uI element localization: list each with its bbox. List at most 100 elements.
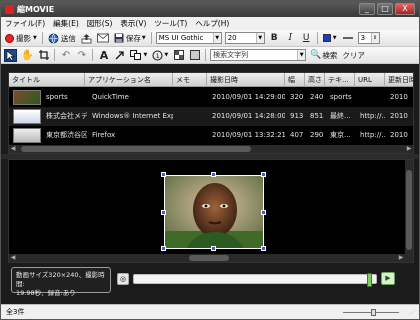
playback-seekbar[interactable] bbox=[133, 273, 377, 287]
cell-height: 290 bbox=[310, 131, 324, 139]
text-icon: A bbox=[99, 48, 109, 62]
color-picker-button[interactable]: ▼ bbox=[322, 32, 338, 45]
zoom-handle[interactable] bbox=[371, 309, 376, 316]
resize-handle[interactable] bbox=[211, 246, 216, 251]
preview-horizontal-scrollbar[interactable]: ◀ ▶ bbox=[9, 254, 405, 262]
send-button[interactable]: 送信 bbox=[47, 32, 77, 45]
menu-tools[interactable]: ツール(T) bbox=[154, 18, 187, 29]
resize-handle[interactable] bbox=[261, 246, 266, 251]
snapshot-button[interactable]: ◎ bbox=[117, 273, 129, 285]
line-width-stepper[interactable]: 3 ⇕ bbox=[357, 32, 380, 44]
font-name-value: MS UI Gothic bbox=[158, 34, 204, 42]
search-button[interactable]: 🔍 検索 bbox=[309, 49, 338, 62]
font-size-value: 20 bbox=[227, 34, 237, 42]
menu-file[interactable]: ファイル(F) bbox=[5, 18, 45, 29]
mosaic-tool[interactable] bbox=[172, 49, 185, 62]
underline-button[interactable]: U bbox=[300, 32, 313, 45]
redo-button[interactable]: ↷ bbox=[75, 49, 88, 62]
minimize-button[interactable]: _ bbox=[359, 3, 375, 15]
scroll-thumb[interactable] bbox=[21, 146, 251, 152]
scroll-left-icon[interactable]: ◀ bbox=[9, 254, 17, 262]
select-tool[interactable] bbox=[4, 48, 17, 62]
scroll-right-icon[interactable]: ▶ bbox=[405, 145, 413, 153]
clear-button[interactable]: クリア bbox=[341, 49, 366, 62]
blur-tool[interactable] bbox=[188, 49, 201, 62]
italic-button[interactable]: I bbox=[284, 32, 297, 45]
column-header-text[interactable]: テキ... bbox=[325, 73, 355, 87]
play-button[interactable]: ▶ bbox=[381, 272, 395, 285]
hand-tool[interactable]: ✋ bbox=[20, 49, 34, 62]
list-horizontal-scrollbar[interactable]: ◀ ▶ bbox=[9, 145, 413, 153]
save-button[interactable]: 保存 ▼ bbox=[113, 32, 147, 45]
window-title: MOVIE bbox=[25, 4, 55, 14]
preview-vertical-scrollbar[interactable] bbox=[405, 160, 413, 262]
font-size-select[interactable]: 20 ▼ bbox=[224, 32, 265, 44]
line-style-button[interactable] bbox=[341, 32, 355, 45]
resize-handle[interactable] bbox=[211, 172, 216, 177]
column-header-app[interactable]: アプリケーション名 bbox=[85, 73, 173, 87]
zoom-slider[interactable] bbox=[343, 309, 399, 316]
cell-memo bbox=[173, 88, 207, 107]
table-row[interactable]: 東京都渋谷区... Firefox 2010/09/01 13:32:21 40… bbox=[9, 126, 413, 145]
preview-pane: ◀ ▶ bbox=[8, 159, 414, 263]
upload-icon bbox=[81, 33, 92, 43]
numbering-tool[interactable]: 1 ▼ bbox=[151, 49, 169, 62]
record-button[interactable]: 撮影 ▼ bbox=[4, 32, 38, 45]
resize-handle[interactable] bbox=[261, 210, 266, 215]
cell-title: sports bbox=[46, 93, 68, 101]
save-dropdown-icon[interactable]: ▼ bbox=[142, 35, 146, 41]
resize-handle[interactable] bbox=[161, 210, 166, 215]
chevron-down-icon: ▼ bbox=[212, 33, 221, 43]
undo-button[interactable]: ↶ bbox=[59, 49, 72, 62]
play-icon: ▶ bbox=[385, 274, 391, 282]
scroll-thumb[interactable] bbox=[189, 255, 229, 261]
menu-view[interactable]: 表示(V) bbox=[120, 18, 146, 29]
search-input[interactable]: 検索文字列 ▼ bbox=[210, 49, 307, 61]
scroll-thumb[interactable] bbox=[406, 170, 412, 250]
seek-handle[interactable] bbox=[367, 273, 372, 287]
menu-help[interactable]: ヘルプ(H) bbox=[195, 18, 229, 29]
scroll-left-icon[interactable]: ◀ bbox=[9, 145, 17, 153]
font-name-select[interactable]: MS UI Gothic ▼ bbox=[155, 32, 222, 44]
column-header-height[interactable]: 高さ bbox=[305, 73, 325, 87]
main-toolbar: 撮影 ▼ 送信 保存 ▼ MS UI Gothic ▼ 20 ▼ B I U ▼… bbox=[1, 30, 419, 47]
column-header-memo[interactable]: メモ bbox=[173, 73, 207, 87]
column-header-updated[interactable]: 更新日時 bbox=[385, 73, 413, 87]
menu-shape[interactable]: 図形(S) bbox=[87, 18, 113, 29]
cell-updated: 2010 bbox=[390, 131, 408, 139]
crop-tool[interactable] bbox=[37, 49, 50, 62]
arrow-icon bbox=[115, 51, 124, 60]
record-dropdown-icon[interactable]: ▼ bbox=[33, 35, 37, 41]
resize-handle[interactable] bbox=[161, 172, 166, 177]
column-header-title[interactable]: タイトル bbox=[9, 73, 85, 87]
scroll-right-icon[interactable]: ▶ bbox=[397, 254, 405, 262]
table-row[interactable]: sports QuickTime 2010/09/01 14:29:00 320… bbox=[9, 88, 413, 107]
maximize-button[interactable]: □ bbox=[377, 3, 393, 15]
cell-text: 東京... bbox=[330, 131, 351, 139]
cell-updated: 2010 bbox=[390, 93, 408, 101]
search-text: 検索文字列 bbox=[213, 51, 249, 59]
menu-edit[interactable]: 編集(E) bbox=[53, 18, 79, 29]
color-swatch bbox=[322, 34, 331, 42]
blur-icon bbox=[189, 50, 200, 60]
column-header-url[interactable]: URL bbox=[355, 73, 385, 87]
shape-tool[interactable]: ▼ bbox=[129, 49, 148, 62]
upload-button[interactable] bbox=[80, 32, 93, 45]
cell-height: 240 bbox=[310, 93, 324, 101]
preview-image[interactable] bbox=[164, 175, 264, 249]
underline-label: U bbox=[302, 33, 310, 43]
close-button[interactable]: X bbox=[395, 3, 415, 15]
cursor-arrow-icon bbox=[6, 49, 15, 61]
column-header-width[interactable]: 幅 bbox=[285, 73, 305, 87]
mail-button[interactable] bbox=[96, 32, 110, 45]
arrow-tool[interactable] bbox=[113, 49, 126, 62]
resize-handle[interactable] bbox=[261, 172, 266, 177]
text-tool[interactable]: A bbox=[97, 49, 110, 62]
bold-button[interactable]: B bbox=[268, 32, 281, 45]
resize-grip-icon[interactable]: ⋰ bbox=[409, 309, 417, 317]
color-dropdown-icon: ▼ bbox=[332, 35, 337, 41]
column-header-datetime[interactable]: 撮影日時 bbox=[207, 73, 285, 87]
table-row[interactable]: 株式会社メディ... Windows® Internet Explorer 20… bbox=[9, 107, 413, 126]
cell-datetime: 2010/09/01 14:29:00 bbox=[212, 93, 285, 101]
resize-handle[interactable] bbox=[161, 246, 166, 251]
